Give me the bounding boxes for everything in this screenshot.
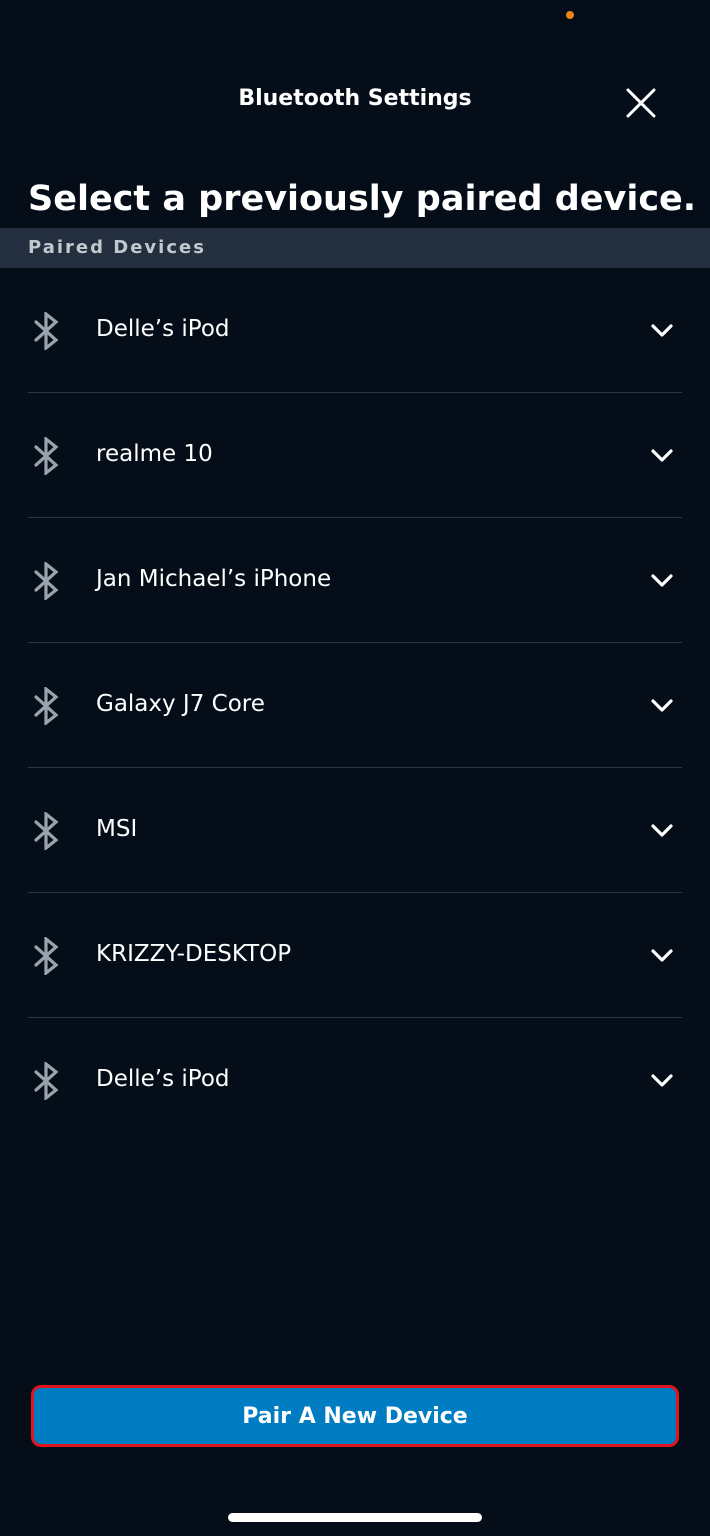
device-item[interactable]: Jan Michael’s iPhone [0, 518, 710, 643]
chevron-down-icon[interactable] [648, 693, 676, 717]
bluetooth-icon [34, 687, 59, 725]
device-item[interactable]: Delle’s iPod [0, 1018, 710, 1143]
bluetooth-icon [34, 812, 59, 850]
device-name: realme 10 [96, 441, 213, 467]
device-item[interactable]: MSI [0, 768, 710, 893]
page-heading: Select a previously paired device. [28, 179, 697, 220]
device-name: Delle’s iPod [96, 316, 230, 342]
section-header: Paired Devices [0, 228, 710, 268]
device-item[interactable]: Delle’s iPod [0, 268, 710, 393]
device-name: Jan Michael’s iPhone [96, 566, 332, 592]
pair-new-device-button[interactable]: Pair A New Device [31, 1385, 679, 1447]
status-indicator-dot [566, 11, 574, 19]
close-icon [626, 88, 656, 118]
close-button[interactable] [616, 80, 666, 126]
bluetooth-icon [34, 437, 59, 475]
bluetooth-icon [34, 562, 59, 600]
header-title: Bluetooth Settings [238, 86, 472, 111]
device-name: KRIZZY-DESKTOP [96, 941, 292, 967]
section-label: Paired Devices [28, 237, 206, 258]
chevron-down-icon[interactable] [648, 568, 676, 592]
bluetooth-icon [34, 937, 59, 975]
chevron-down-icon[interactable] [648, 318, 676, 342]
header: Bluetooth Settings [0, 72, 710, 134]
bluetooth-icon [34, 1062, 59, 1100]
chevron-down-icon[interactable] [648, 1068, 676, 1092]
device-item[interactable]: Galaxy J7 Core [0, 643, 710, 768]
chevron-down-icon[interactable] [648, 818, 676, 842]
paired-device-list: Delle’s iPod realme 10 Jan Michael’s iPh… [0, 268, 710, 1143]
device-item[interactable]: KRIZZY-DESKTOP [0, 893, 710, 1018]
chevron-down-icon[interactable] [648, 443, 676, 467]
device-name: Galaxy J7 Core [96, 691, 265, 717]
home-indicator[interactable] [228, 1513, 482, 1522]
device-name: Delle’s iPod [96, 1066, 230, 1092]
chevron-down-icon[interactable] [648, 943, 676, 967]
bluetooth-icon [34, 312, 59, 350]
device-name: MSI [96, 816, 138, 842]
device-item[interactable]: realme 10 [0, 393, 710, 518]
